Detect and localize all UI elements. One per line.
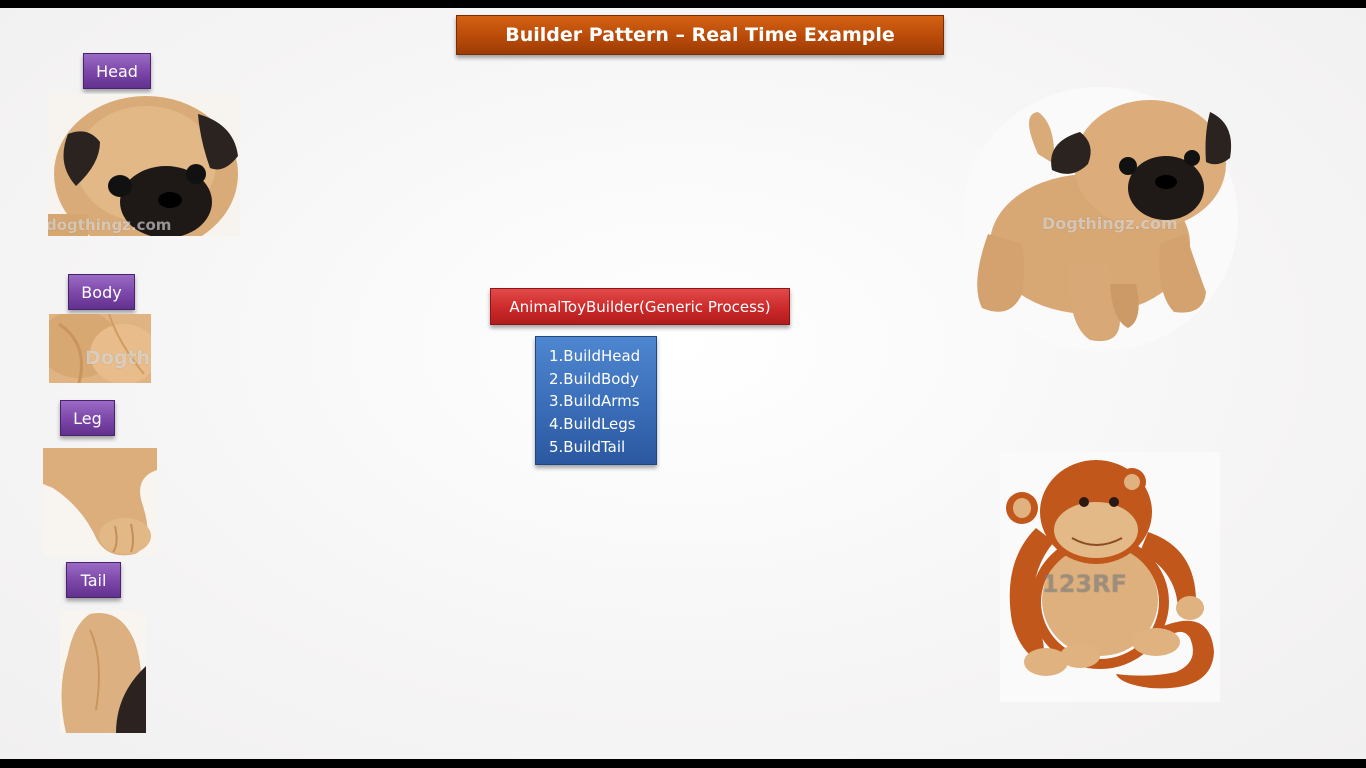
part-label-head: Head [83, 53, 151, 89]
pug-head-image: dogthingz.com [48, 94, 240, 236]
pug-tail-image [60, 610, 146, 733]
part-label-leg: Leg [60, 400, 115, 436]
slide: Builder Pattern – Real Time Example Head… [0, 8, 1366, 759]
build-step: 2.BuildBody [549, 369, 639, 388]
build-step: 3.BuildArms [549, 392, 640, 411]
build-step: 4.BuildLegs [549, 415, 636, 434]
build-step: 5.BuildTail [549, 437, 626, 456]
pug-leg-image [43, 448, 157, 556]
pug-body-fur-image: Dogth [49, 314, 151, 383]
build-step: 1.BuildHead [549, 347, 641, 365]
pug-watermark: Dogthingz.com [1042, 214, 1178, 233]
animal-toy-builder-box: AnimalToyBuilder(Generic Process) [490, 288, 790, 325]
head-watermark: dogthingz.com [48, 216, 172, 234]
part-label-tail: Tail [66, 562, 121, 598]
body-watermark: Dogth [85, 347, 151, 369]
monkey-watermark: 123RF [1042, 570, 1127, 598]
part-label-body: Body [68, 274, 135, 310]
pug-toy-image: Dogthingz.com [960, 84, 1240, 354]
monkey-toy-image: 123RF [1000, 452, 1220, 702]
slide-title: Builder Pattern – Real Time Example [456, 15, 944, 55]
build-steps-list: 1.BuildHead 2.BuildBody 3.BuildArms 4.Bu… [535, 336, 657, 465]
